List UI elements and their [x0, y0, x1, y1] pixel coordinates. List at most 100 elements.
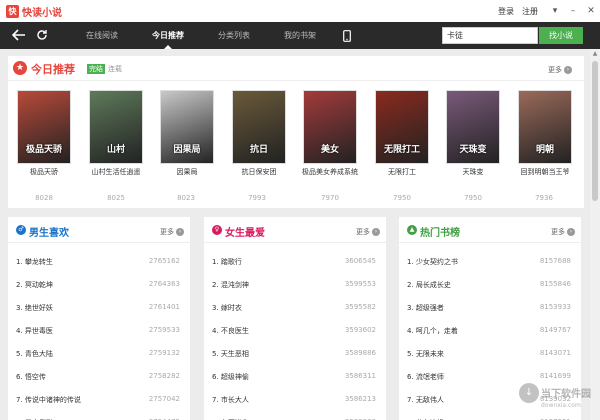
- book-cover[interactable]: 抗日: [232, 90, 286, 164]
- search-button[interactable]: 找小说: [539, 27, 583, 44]
- more-label: 更多: [356, 228, 370, 236]
- tab-category-list[interactable]: 分类列表: [212, 22, 256, 49]
- ranking-row[interactable]: 2. 局长成长史 8155846: [407, 280, 571, 294]
- more-link[interactable]: 更多 ›: [551, 227, 575, 237]
- menu-button[interactable]: ▾: [546, 0, 564, 22]
- mobile-icon[interactable]: [343, 30, 351, 45]
- tab-online-reading[interactable]: 在线阅读: [80, 22, 124, 49]
- ranking-book-name[interactable]: 3. 超级强者: [407, 303, 444, 313]
- minimize-button[interactable]: –: [564, 0, 582, 22]
- ranking-row[interactable]: 6. 超级神偷 3586311: [212, 372, 376, 386]
- ranking-count: 8143071: [539, 349, 571, 357]
- ranking-book-name[interactable]: 1. 攀龙转生: [16, 257, 53, 267]
- ranking-row[interactable]: 1. 踏歌行 3606545: [212, 257, 376, 271]
- search-input[interactable]: [442, 27, 538, 44]
- ranking-book-name[interactable]: 2. 混沌剑神: [212, 280, 249, 290]
- ranking-row[interactable]: 1. 少女契约之书 8157688: [407, 257, 571, 271]
- ranking-row[interactable]: 3. 超级强者 8153933: [407, 303, 571, 317]
- register-link[interactable]: 注册: [522, 6, 538, 17]
- ranking-book-name[interactable]: 7. 传说中诸神的传说: [16, 395, 81, 405]
- book-card[interactable]: 抗日 抗日保安团: [231, 90, 287, 177]
- ranking-row[interactable]: 5. 天生恶相 3589886: [212, 349, 376, 363]
- book-cover[interactable]: 美女: [303, 90, 357, 164]
- book-title[interactable]: 回到明朝当王爷: [517, 167, 573, 177]
- ranking-row[interactable]: 5. 无限未来 8143071: [407, 349, 571, 363]
- ranking-row[interactable]: 7. 市长大人 3586213: [212, 395, 376, 409]
- book-title[interactable]: 天珠变: [445, 167, 501, 177]
- ranking-book-name[interactable]: 4. 异世毒医: [16, 326, 53, 336]
- book-title[interactable]: 无限打工: [374, 167, 430, 177]
- scroll-thumb[interactable]: [592, 61, 598, 201]
- ranking-book-name[interactable]: 6. 超级神偷: [212, 372, 249, 382]
- scroll-up-arrow-icon[interactable]: ▲: [590, 49, 600, 59]
- scrollbar[interactable]: ▲: [590, 49, 600, 420]
- ranking-row[interactable]: 5. 青色大陆 2759132: [16, 349, 180, 363]
- ranking-book-name[interactable]: 4. 呵几个，走着: [407, 326, 458, 336]
- book-card[interactable]: 山村 山村生活任逍遥: [88, 90, 144, 177]
- book-cover-text: 美女: [320, 145, 339, 155]
- ranking-row[interactable]: 2. 冥动乾坤 2764363: [16, 280, 180, 294]
- ranking-book-name[interactable]: 6. 悟空传: [16, 372, 46, 382]
- book-card[interactable]: 明朝 回到明朝当王爷: [517, 90, 573, 177]
- ranking-count: 8153933: [539, 303, 571, 311]
- book-cover[interactable]: 极品天骄: [17, 90, 71, 164]
- ranking-row[interactable]: 1. 攀龙转生 2765162: [16, 257, 180, 271]
- book-title[interactable]: 极品美女养成系统: [302, 167, 358, 177]
- tab-today-recommend[interactable]: 今日推荐: [146, 22, 190, 49]
- ranking-book-name[interactable]: 7. 无敌伟人: [407, 395, 444, 405]
- book-cover[interactable]: 明朝: [518, 90, 572, 164]
- tab-my-bookshelf[interactable]: 我的书架: [278, 22, 322, 49]
- book-count: 7950: [393, 194, 411, 202]
- ranking-book-name[interactable]: 5. 青色大陆: [16, 349, 53, 359]
- ranking-count: 3589886: [344, 349, 376, 357]
- book-card[interactable]: 因果局 因果局: [159, 90, 215, 177]
- book-cover[interactable]: 因果局: [160, 90, 214, 164]
- ranking-book-name[interactable]: 1. 踏歌行: [212, 257, 242, 267]
- ranking-row[interactable]: 7. 传说中诸神的传说 2757042: [16, 395, 180, 409]
- book-cover[interactable]: 天珠变: [446, 90, 500, 164]
- book-card[interactable]: 极品天骄 极品天骄: [16, 90, 72, 177]
- ranking-row[interactable]: 4. 不良医生 3593602: [212, 326, 376, 340]
- more-label: 更多: [160, 228, 174, 236]
- more-link[interactable]: 更多 ›: [356, 227, 380, 237]
- book-card[interactable]: 美女极品美女养成系统: [302, 90, 358, 177]
- ranking-book-name[interactable]: 4. 不良医生: [212, 326, 249, 336]
- ranking-book-name[interactable]: 3. 绝世好妖: [16, 303, 53, 313]
- back-arrow-icon[interactable]: [10, 26, 28, 44]
- book-title[interactable]: 极品天骄: [16, 167, 72, 177]
- ranking-book-name[interactable]: 1. 少女契约之书: [407, 257, 458, 267]
- ranking-row[interactable]: 4. 异世毒医 2759533: [16, 326, 180, 340]
- watermark: ↓ 当下软件园 downxia.com: [519, 380, 597, 420]
- ranking-book-name[interactable]: 2. 冥动乾坤: [16, 280, 53, 290]
- filter-serial[interactable]: 连载: [108, 64, 122, 74]
- ranking-row[interactable]: 3. 绝世好妖 2761401: [16, 303, 180, 317]
- filter-completed[interactable]: 完结: [87, 64, 105, 74]
- book-cover[interactable]: 无限打工: [375, 90, 429, 164]
- ranking-book-name[interactable]: 5. 天生恶相: [212, 349, 249, 359]
- ranking-book-name[interactable]: 6. 流氓老师: [407, 372, 444, 382]
- book-title[interactable]: 抗日保安团: [231, 167, 287, 177]
- ranking-book-name[interactable]: 2. 局长成长史: [407, 280, 451, 290]
- ranking-book-name[interactable]: 5. 无限未来: [407, 349, 444, 359]
- ranking-row[interactable]: 6. 悟空传 2758282: [16, 372, 180, 386]
- ranking-book-name[interactable]: 7. 市长大人: [212, 395, 249, 405]
- book-card[interactable]: 天珠变 天珠变: [445, 90, 501, 177]
- more-link[interactable]: 更多 ›: [548, 65, 572, 75]
- ranking-row[interactable]: 4. 呵几个，走着 8149767: [407, 326, 571, 340]
- book-cover[interactable]: 山村: [89, 90, 143, 164]
- refresh-icon[interactable]: [33, 26, 51, 44]
- close-button[interactable]: ✕: [582, 0, 600, 22]
- today-header: ★ 今日推荐 完结 连载 更多 ›: [8, 56, 584, 81]
- book-title[interactable]: 山村生活任逍遥: [88, 167, 144, 177]
- book-card[interactable]: 无限打工 无限打工: [374, 90, 430, 177]
- login-link[interactable]: 登录: [498, 6, 514, 17]
- watermark-url: downxia.com: [541, 402, 581, 409]
- ranking-row[interactable]: 2. 混沌剑神 3599553: [212, 280, 376, 294]
- more-link[interactable]: 更多 ›: [160, 227, 184, 237]
- book-title[interactable]: 因果局: [159, 167, 215, 177]
- ranking-row[interactable]: 3. 嫁时衣 3595582: [212, 303, 376, 317]
- book-count: 7970: [321, 194, 339, 202]
- chevron-right-icon: ›: [567, 228, 575, 236]
- ranking-book-name[interactable]: 3. 嫁时衣: [212, 303, 242, 313]
- tab-label: 在线阅读: [86, 31, 118, 40]
